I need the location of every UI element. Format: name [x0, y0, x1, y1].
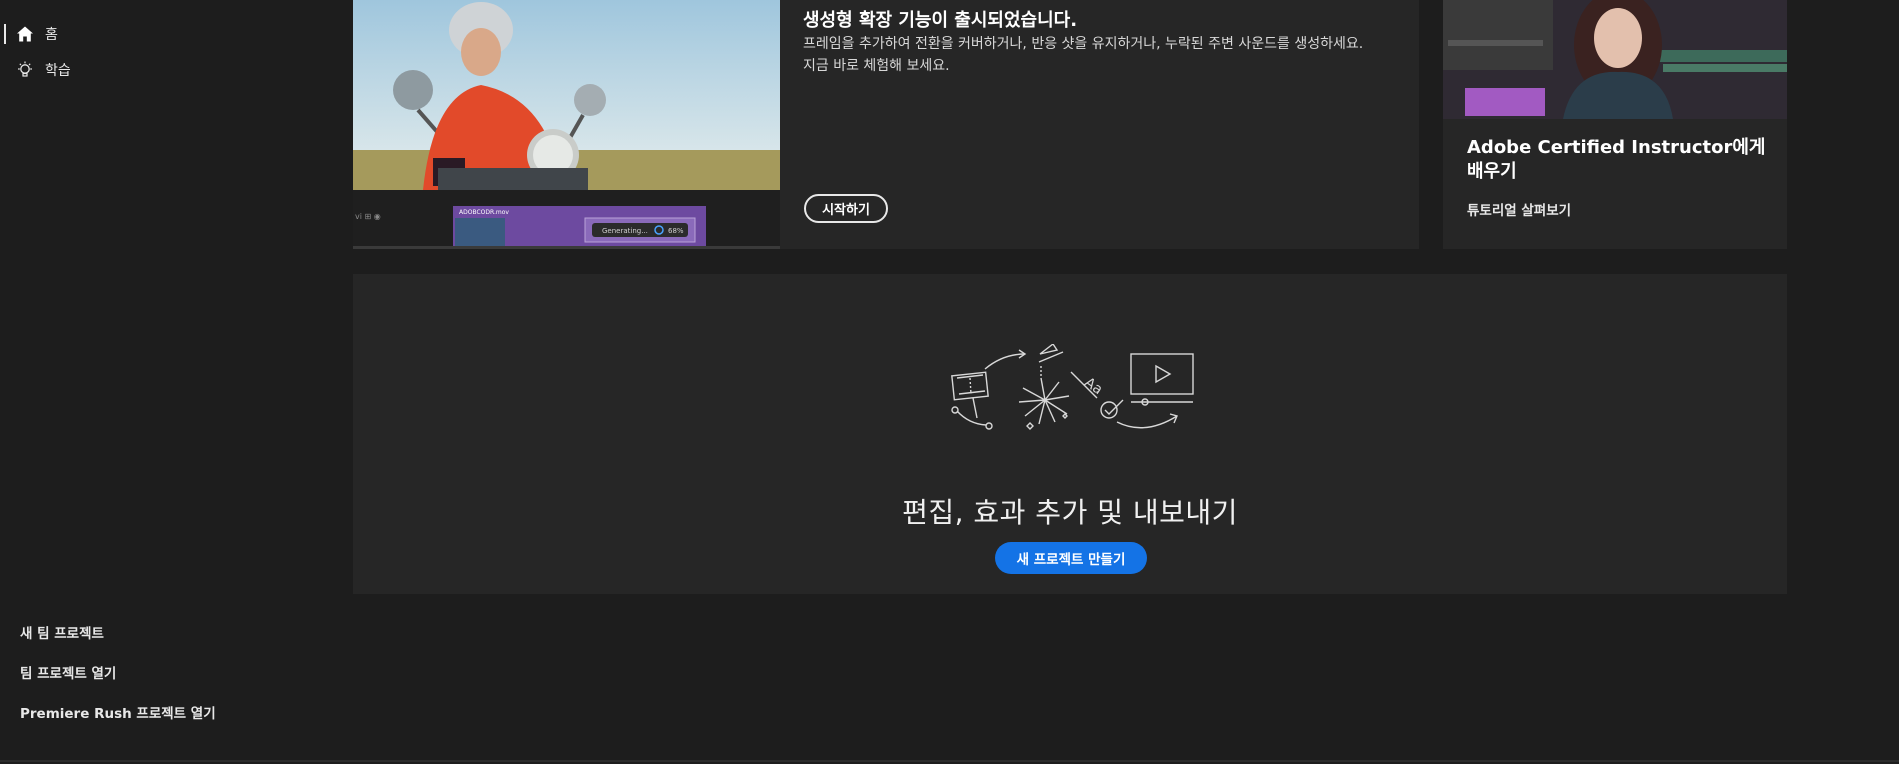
open-rush-project-link[interactable]: Premiere Rush 프로젝트 열기	[20, 702, 216, 722]
new-project-button[interactable]: 새 프로젝트 만들기	[995, 542, 1147, 574]
tutorial-card-title: Adobe Certified Instructor에게 배우기	[1467, 137, 1766, 182]
browse-tutorials-link[interactable]: 튜토리얼 살펴보기	[1467, 199, 1571, 219]
sidebar: 홈 학습 새 팀 프로젝트 팀 프로젝트 열기 Premiere Rush 프로…	[0, 0, 353, 764]
new-team-project-link[interactable]: 새 팀 프로젝트	[20, 622, 104, 642]
lightbulb-icon	[18, 61, 32, 77]
progress-label: 68%	[668, 227, 684, 235]
svg-text:Aa: Aa	[1081, 375, 1105, 399]
get-started-button[interactable]: 시작하기	[804, 194, 888, 223]
instructor-image	[1443, 0, 1787, 119]
clip-name: ADOBCODR.mov	[459, 209, 509, 216]
hero-description: 프레임을 추가하여 전환을 커버하거나, 반응 샷을 유지하거나, 누락된 주변…	[803, 36, 1364, 52]
open-team-project-link[interactable]: 팀 프로젝트 열기	[20, 662, 116, 682]
sidebar-item-label: 홈	[45, 27, 58, 43]
hero-description-2: 지금 바로 체험해 보세요.	[803, 58, 950, 74]
generating-status: Generating...	[602, 227, 648, 235]
hero-image: vi ⊞ ◉ ADOBCODR.mov Generating... 68%	[353, 0, 780, 249]
sidebar-item-home[interactable]: 홈	[0, 20, 300, 48]
create-project-card: Aa 편집, 효과 추가 및 내보내기 새 프로젝트 만들기	[353, 274, 1787, 594]
svg-text:vi ⊞ ◉: vi ⊞ ◉	[355, 212, 381, 221]
sidebar-item-label: 학습	[45, 63, 71, 79]
tutorial-card[interactable]: Adobe Certified Instructor에게 배우기 튜토리얼 살펴…	[1443, 0, 1787, 249]
hero-card: vi ⊞ ◉ ADOBCODR.mov Generating... 68% 생성…	[353, 0, 1419, 249]
edit-effects-export-illustration: Aa	[951, 344, 1194, 430]
empty-state-title: 편집, 효과 추가 및 내보내기	[902, 496, 1238, 529]
sidebar-item-learn[interactable]: 학습	[0, 56, 300, 84]
home-icon	[17, 26, 33, 42]
divider	[0, 760, 1899, 762]
hero-title: 생성형 확장 기능이 출시되었습니다.	[803, 10, 1078, 31]
